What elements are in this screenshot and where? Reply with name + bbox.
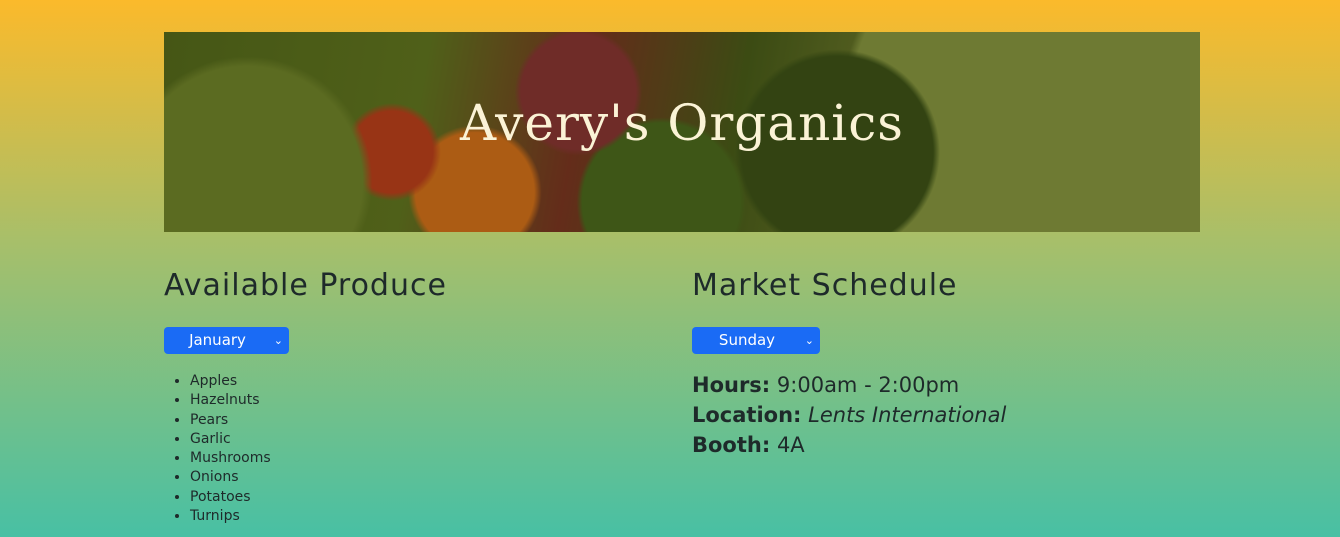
location-value: Lents International <box>808 403 1007 427</box>
available-produce-heading: Available Produce <box>164 268 447 303</box>
schedule-details: Hours: 9:00am - 2:00pm Location: Lents I… <box>692 370 1006 460</box>
hero-banner: Avery's Organics <box>164 32 1200 232</box>
list-item: Onions <box>190 468 271 487</box>
location-row: Location: Lents International <box>692 400 1006 430</box>
hours-value: 9:00am - 2:00pm <box>776 373 960 397</box>
booth-label: Booth: <box>692 433 771 457</box>
list-item: Hazelnuts <box>190 391 271 410</box>
month-select[interactable]: January ⌄ <box>164 327 289 354</box>
hours-row: Hours: 9:00am - 2:00pm <box>692 370 1006 400</box>
chevron-down-icon: ⌄ <box>273 334 283 347</box>
list-item: Pears <box>190 411 271 430</box>
list-item: Mushrooms <box>190 449 271 468</box>
chevron-down-icon: ⌄ <box>804 334 814 347</box>
list-item: Turnips <box>190 507 271 526</box>
location-label: Location: <box>692 403 802 427</box>
day-select[interactable]: Sunday ⌄ <box>692 327 820 354</box>
month-select-value: January <box>189 331 246 349</box>
produce-list: Apples Hazelnuts Pears Garlic Mushrooms … <box>170 372 271 526</box>
list-item: Garlic <box>190 430 271 449</box>
booth-value: 4A <box>776 433 805 457</box>
hours-label: Hours: <box>692 373 771 397</box>
market-schedule-heading: Market Schedule <box>692 268 958 303</box>
list-item: Apples <box>190 372 271 391</box>
site-title: Avery's Organics <box>460 94 904 152</box>
list-item: Potatoes <box>190 488 271 507</box>
booth-row: Booth: 4A <box>692 430 1006 460</box>
day-select-value: Sunday <box>718 331 776 349</box>
